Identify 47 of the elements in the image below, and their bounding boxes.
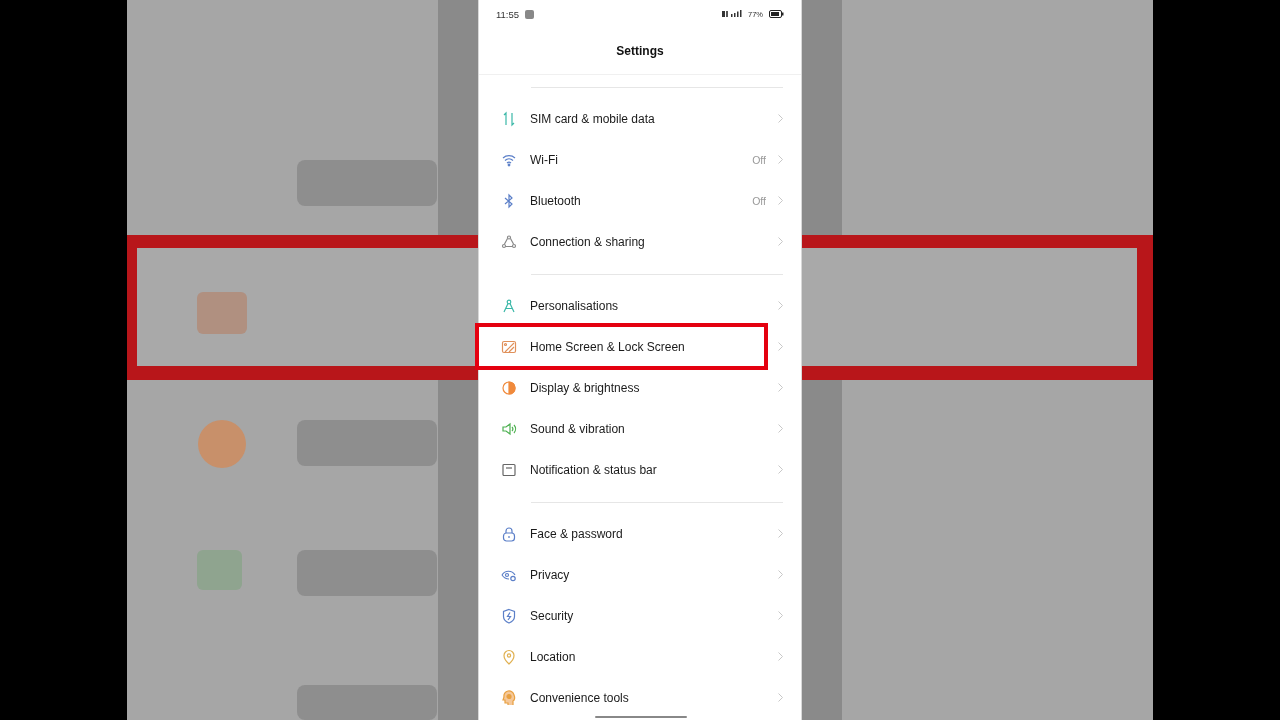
chevron-icon xyxy=(778,196,783,205)
chevron-icon xyxy=(778,652,783,661)
settings-item[interactable]: Personalisations xyxy=(479,285,801,326)
chevron-icon xyxy=(778,693,783,702)
chevron-icon xyxy=(778,237,783,246)
settings-item[interactable]: Notification & status bar xyxy=(479,449,801,490)
location-pin-icon xyxy=(501,648,517,665)
signal-icon xyxy=(722,10,742,18)
compass-icon xyxy=(501,297,517,314)
settings-item[interactable]: Face & password xyxy=(479,513,801,554)
arrows-icon xyxy=(501,110,517,127)
settings-item[interactable]: Connection & sharing xyxy=(479,221,801,262)
chevron-icon xyxy=(778,383,783,392)
settings-item[interactable]: Sound & vibration xyxy=(479,408,801,449)
settings-item[interactable]: Convenience tools xyxy=(479,677,801,718)
status-time: 11:55 xyxy=(496,8,520,20)
chevron-icon xyxy=(778,114,783,123)
settings-item[interactable]: Home Screen & Lock Screen xyxy=(479,326,801,367)
settings-item[interactable]: Wi-Fi Off xyxy=(479,139,801,180)
settings-item[interactable]: Location xyxy=(479,636,801,677)
nodes-icon xyxy=(501,233,517,250)
chevron-icon xyxy=(778,529,783,538)
battery-icon xyxy=(769,10,784,18)
lock-icon xyxy=(501,525,517,542)
chevron-icon xyxy=(778,611,783,620)
settings-item[interactable]: Privacy xyxy=(479,554,801,595)
shield-icon xyxy=(501,607,517,624)
head-icon xyxy=(501,689,517,706)
contrast-icon xyxy=(501,379,517,396)
chevron-icon xyxy=(778,155,783,164)
notification-icon xyxy=(525,9,535,19)
setting-value: Off xyxy=(752,153,766,166)
settings-item[interactable]: Bluetooth Off xyxy=(479,180,801,221)
screen-title: Settings xyxy=(616,44,664,58)
settings-item[interactable]: Security xyxy=(479,595,801,636)
chevron-icon xyxy=(778,424,783,433)
settings-item[interactable]: SIM card & mobile data xyxy=(479,98,801,139)
image-icon xyxy=(501,338,517,355)
chevron-icon xyxy=(778,301,783,310)
speaker-icon xyxy=(501,420,517,437)
chevron-icon xyxy=(778,342,783,351)
panel-icon xyxy=(501,461,517,478)
chevron-icon xyxy=(778,465,783,474)
setting-value: Off xyxy=(752,194,766,207)
settings-item[interactable]: Display & brightness xyxy=(479,367,801,408)
chevron-icon xyxy=(778,570,783,579)
home-indicator[interactable] xyxy=(595,716,687,718)
